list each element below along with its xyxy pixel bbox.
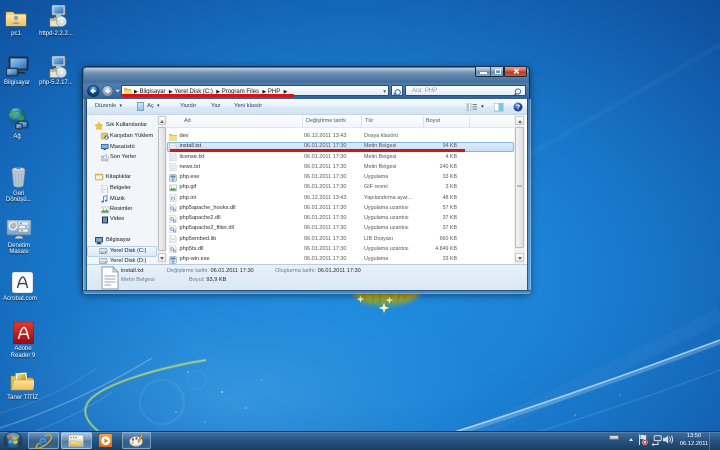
svg-text:?: ? (516, 104, 520, 111)
